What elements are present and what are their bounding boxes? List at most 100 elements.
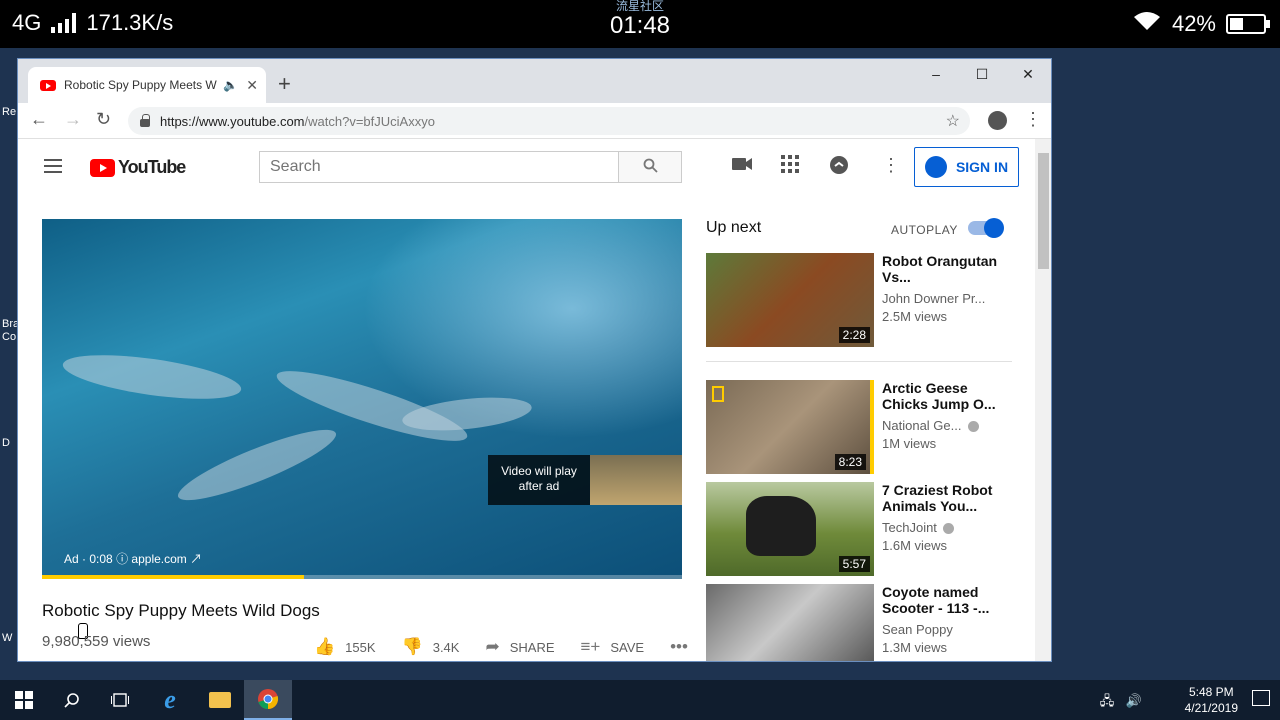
reload-icon[interactable]: ↻ — [96, 109, 111, 130]
bookmark-star-icon[interactable]: ☆ — [946, 111, 960, 131]
preview-thumbnail — [590, 455, 682, 505]
settings-dots-icon[interactable]: ⋮ — [882, 155, 900, 176]
thumbs-down-icon: 👎 — [401, 637, 423, 656]
rec-title[interactable]: 7 Craziest Robot Animals You... — [882, 482, 1002, 514]
rec-views: 1.3M views — [882, 640, 948, 655]
url-path: /watch?v=bfJUciAxxyo — [304, 113, 435, 129]
rec-views: 1M views — [882, 436, 937, 451]
rec-channel-name: National Ge... — [882, 418, 962, 433]
recommendation-item[interactable]: 5:57 7 Craziest Robot Animals You... Tec… — [706, 482, 1016, 576]
rec-title[interactable]: Robot Orangutan Vs... — [882, 253, 1002, 285]
search-taskbar-button[interactable] — [48, 680, 96, 720]
forward-arrow-icon[interactable]: → — [64, 109, 82, 130]
youtube-play-icon — [90, 158, 115, 177]
rec-channel[interactable]: John Downer Pr... — [882, 291, 985, 306]
internet-explorer-button[interactable]: e — [146, 680, 194, 720]
taskbar-date: 4/21/2019 — [1184, 701, 1238, 715]
video-thumbnail[interactable]: 2:28 — [706, 253, 874, 347]
share-label: SHARE — [509, 639, 555, 655]
more-actions-button[interactable]: ••• — [670, 637, 688, 657]
network-tray-icon[interactable]: 🖧 — [1100, 693, 1115, 708]
start-button[interactable] — [0, 680, 48, 720]
status-clock: 流星社区 01:48 — [0, 0, 1280, 39]
task-view-icon — [111, 693, 129, 707]
action-center-icon[interactable] — [1252, 690, 1270, 706]
desktop-icon-label[interactable]: W — [2, 632, 12, 644]
desktop-icon-label[interactable]: D — [2, 437, 10, 449]
taskbar-search-icon — [64, 693, 79, 708]
new-tab-button[interactable]: + — [278, 71, 291, 97]
rec-channel-name: TechJoint — [882, 520, 937, 535]
robot-horse-shape — [746, 496, 816, 556]
chrome-window: Robotic Spy Puppy Meets Wi 🔈 ✕ + – ☐ ✕ ←… — [17, 58, 1052, 662]
preview-text: Video will play after ad — [501, 464, 577, 493]
file-explorer-button[interactable] — [196, 680, 244, 720]
taskbar-clock[interactable]: 5:48 PM 4/21/2019 — [1185, 684, 1238, 716]
close-button[interactable]: ✕ — [1005, 59, 1051, 89]
system-tray[interactable]: 🖧 🔊 — [1100, 692, 1142, 714]
sign-in-label: SIGN IN — [955, 159, 1009, 175]
recommendation-item[interactable]: 2:28 Robot Orangutan Vs... John Downer P… — [706, 253, 1016, 347]
view-count: 9,980,559 views — [42, 633, 151, 650]
ad-site-link[interactable]: apple.com — [131, 552, 186, 566]
battery-percent: 42% — [1171, 11, 1216, 36]
page-scrollbar[interactable] — [1035, 139, 1051, 661]
create-video-icon[interactable] — [732, 155, 752, 176]
video-thumbnail[interactable]: 8:23 — [706, 380, 874, 474]
save-button[interactable]: ≡+ SAVE — [581, 637, 645, 657]
desktop-icon-label[interactable]: Co — [2, 331, 16, 343]
window-controls: – ☐ ✕ — [913, 59, 1051, 89]
chrome-menu-icon[interactable]: ⋮ — [1024, 109, 1042, 130]
video-player[interactable]: Video will play after ad Ad · 0:08 ⓘ app… — [42, 219, 682, 579]
search-input[interactable] — [259, 151, 619, 183]
rec-views: 2.5M views — [882, 309, 948, 324]
ad-time: 0:08 — [89, 552, 113, 566]
video-duration: 2:28 — [838, 327, 870, 343]
recommendation-item[interactable]: Coyote named Scooter - 113 -... Sean Pop… — [706, 584, 1016, 661]
like-button[interactable]: 👍 155K — [314, 637, 376, 657]
apps-grid-icon[interactable] — [781, 155, 799, 178]
sign-in-button[interactable]: SIGN IN — [914, 147, 1019, 187]
folder-icon — [209, 692, 231, 708]
profile-icon[interactable] — [988, 111, 1007, 130]
active-tab[interactable]: Robotic Spy Puppy Meets Wi 🔈 ✕ — [28, 67, 266, 103]
maximize-button[interactable]: ☐ — [959, 59, 1005, 89]
info-icon[interactable]: ⓘ — [116, 552, 128, 566]
hamburger-menu-icon[interactable] — [44, 159, 62, 173]
browser-toolbar: ← → ↻ https://www.youtube.com/watch?v=bf… — [18, 103, 1051, 139]
volume-icon[interactable]: 🔊 — [1126, 693, 1142, 708]
dislike-button[interactable]: 👎 3.4K — [402, 637, 460, 657]
search-button[interactable] — [618, 151, 682, 183]
ad-progress-bar[interactable] — [42, 575, 682, 579]
external-link-icon[interactable]: ↗ — [190, 552, 202, 566]
rec-title[interactable]: Arctic Geese Chicks Jump O... — [882, 380, 1002, 412]
share-button[interactable]: ➦ SHARE — [485, 637, 554, 657]
video-thumbnail[interactable] — [706, 584, 874, 661]
autoplay-toggle[interactable] — [968, 218, 1004, 238]
video-duration: 5:57 — [838, 556, 870, 572]
address-bar[interactable]: https://www.youtube.com/watch?v=bfJUciAx… — [128, 107, 970, 135]
scrollbar-thumb[interactable] — [1038, 153, 1049, 269]
chrome-icon — [258, 689, 279, 710]
rec-channel[interactable]: Sean Poppy — [882, 622, 953, 637]
desktop-icon-label[interactable]: Re — [2, 106, 16, 118]
minimize-button[interactable]: – — [913, 59, 959, 89]
divider — [706, 361, 1012, 362]
account-icon — [924, 156, 947, 178]
rec-title[interactable]: Coyote named Scooter - 113 -... — [882, 584, 1002, 616]
chrome-taskbar-button[interactable] — [244, 680, 292, 720]
wifi-icon — [1132, 10, 1162, 38]
tab-close-icon[interactable]: ✕ — [246, 77, 258, 94]
recommendation-item[interactable]: 8:23 Arctic Geese Chicks Jump O... Natio… — [706, 380, 1016, 474]
rec-channel[interactable]: National Ge... — [882, 418, 979, 433]
next-video-preview[interactable]: Video will play after ad — [488, 455, 682, 505]
verified-icon — [942, 523, 954, 535]
url-domain: https://www.youtube.com — [160, 113, 305, 129]
rec-channel[interactable]: TechJoint — [882, 520, 954, 535]
speaker-icon[interactable]: 🔈 — [223, 78, 238, 92]
youtube-logo[interactable]: YouTube — [90, 157, 186, 178]
messages-icon[interactable] — [829, 155, 849, 180]
task-view-button[interactable] — [96, 680, 144, 720]
video-thumbnail[interactable]: 5:57 — [706, 482, 874, 576]
back-arrow-icon[interactable]: ← — [30, 109, 48, 130]
